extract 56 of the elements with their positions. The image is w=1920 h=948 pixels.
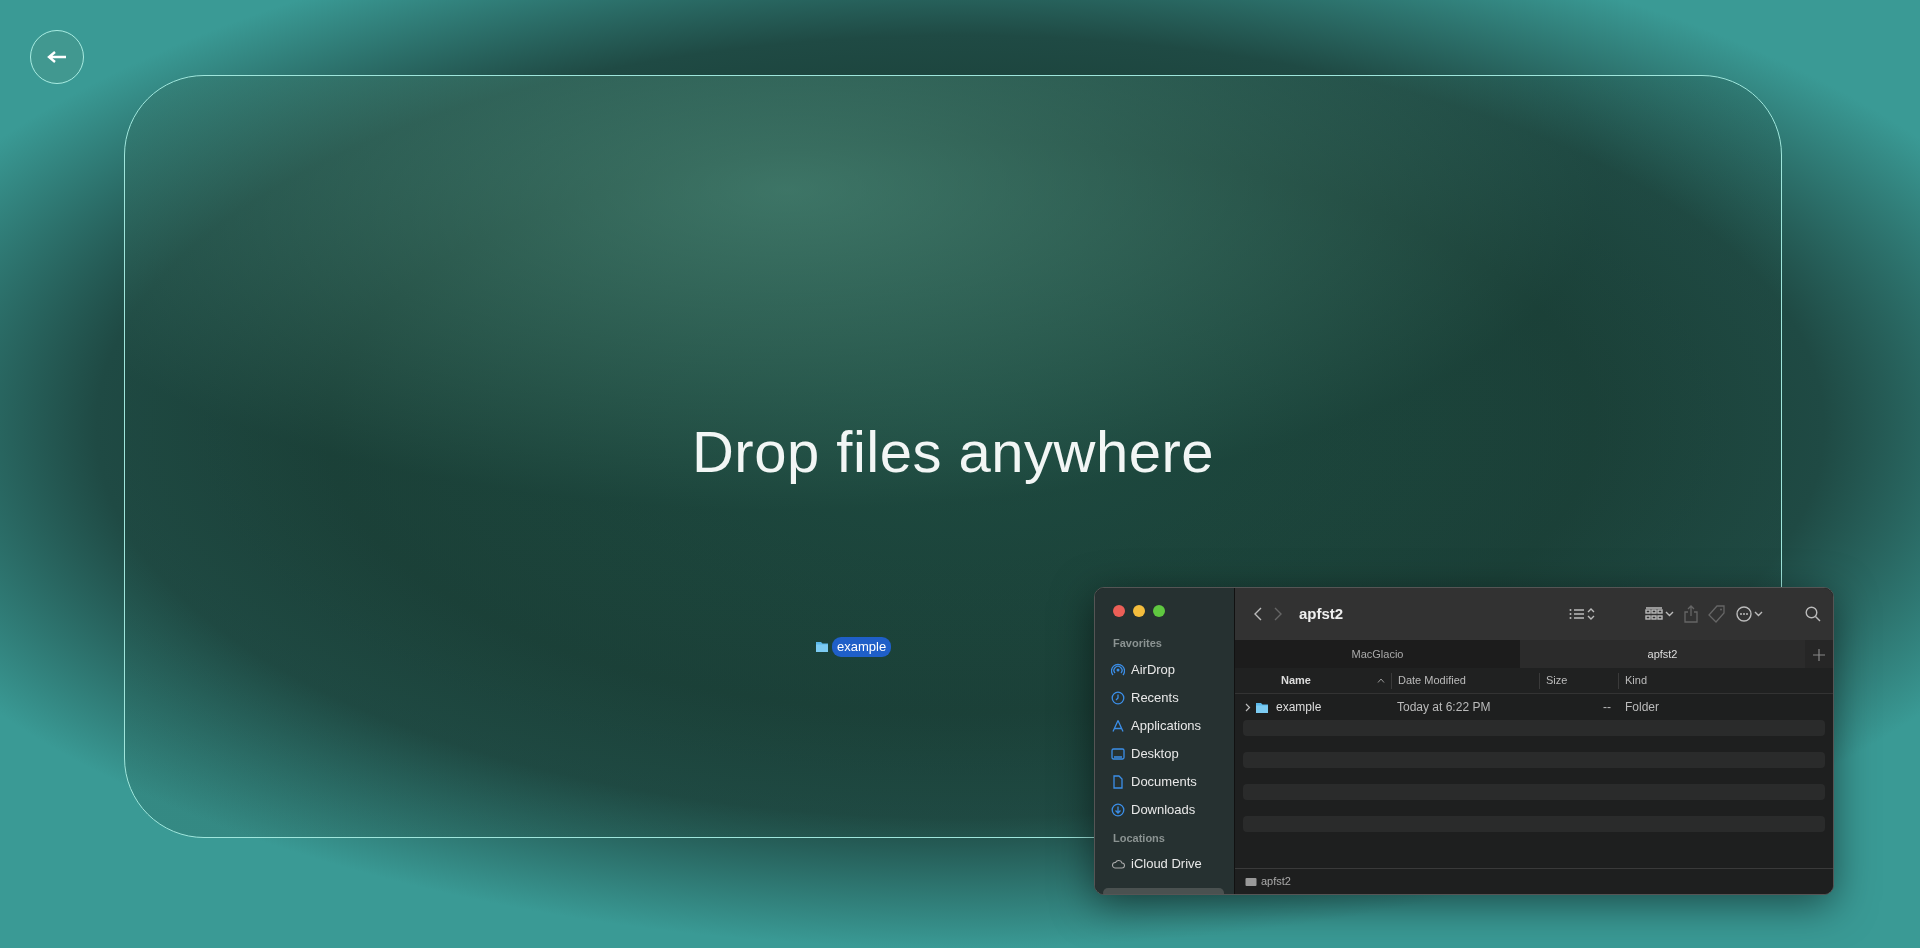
- sidebar-item[interactable]: Downloads: [1103, 795, 1226, 824]
- chevron-down-icon: [1665, 611, 1674, 617]
- path-bar-label: apfst2: [1261, 874, 1291, 890]
- folder-icon: [1255, 700, 1269, 714]
- column-header[interactable]: Date Modified: [1391, 672, 1539, 689]
- new-tab-button[interactable]: [1805, 640, 1833, 668]
- sidebar-item[interactable]: AirDrop: [1103, 655, 1226, 684]
- back-arrow-icon: [47, 50, 67, 64]
- sidebar-item[interactable]: Documents: [1103, 767, 1226, 796]
- sort-caret-icon: [1377, 678, 1385, 683]
- sidebar-item[interactable]: iCloud Drive: [1103, 850, 1226, 878]
- folder-icon: [815, 640, 829, 654]
- document-icon: [1111, 774, 1125, 789]
- kind-cell-text: Folder: [1624, 699, 1659, 716]
- ellipsis-circle-icon: [1736, 606, 1752, 622]
- column-header[interactable]: Name: [1235, 672, 1391, 689]
- window-control-button[interactable]: [1133, 605, 1145, 617]
- search-button[interactable]: [1805, 606, 1821, 622]
- tab[interactable]: apfst2: [1520, 640, 1805, 668]
- desktop-icon: [1111, 746, 1125, 761]
- sidebar-item[interactable]: Desktop: [1103, 739, 1226, 768]
- list-icon: [1569, 608, 1585, 620]
- chevron-down-icon: [1754, 611, 1763, 617]
- drive-icon: [1245, 876, 1257, 887]
- disclosure-chevron-icon: [1245, 702, 1251, 712]
- date-modified-cell-text: Today at 6:22 PM: [1396, 699, 1492, 716]
- clock-icon: [1111, 690, 1125, 705]
- grid-icon: [1645, 607, 1663, 621]
- search-icon: [1805, 606, 1821, 622]
- apps-icon: [1111, 718, 1125, 733]
- sidebar-heading: Favorites: [1113, 636, 1163, 651]
- more-button[interactable]: [1736, 606, 1763, 622]
- chevron-left-icon: [1253, 606, 1263, 622]
- airdrop-icon: [1111, 662, 1125, 677]
- size-cell-text: --: [1602, 699, 1611, 716]
- drop-message: Drop files anywhere: [691, 418, 1215, 486]
- back-button[interactable]: [30, 30, 84, 84]
- sidebar-item[interactable]: Applications: [1103, 711, 1226, 740]
- cloud-icon: [1111, 857, 1125, 871]
- view-options-button[interactable]: [1569, 607, 1595, 621]
- back-button[interactable]: [1253, 606, 1263, 622]
- chevron-right-icon: [1273, 606, 1283, 622]
- window-control-button[interactable]: [1153, 605, 1165, 617]
- file-row-name[interactable]: example: [1235, 698, 1391, 716]
- group-button[interactable]: [1645, 607, 1674, 621]
- sidebar-item[interactable]: Recents: [1103, 683, 1226, 712]
- column-header[interactable]: Kind: [1618, 672, 1833, 689]
- up-down-chevron-icon: [1587, 607, 1595, 621]
- plus-icon: [1813, 648, 1825, 661]
- download-icon: [1111, 802, 1125, 817]
- share-icon: [1684, 605, 1698, 623]
- dragged-file-label: example: [832, 637, 892, 657]
- window-control-button[interactable]: [1113, 605, 1125, 617]
- column-header[interactable]: Size: [1539, 672, 1618, 689]
- tag-icon: [1708, 605, 1726, 623]
- window-title: apfst2: [1299, 603, 1344, 624]
